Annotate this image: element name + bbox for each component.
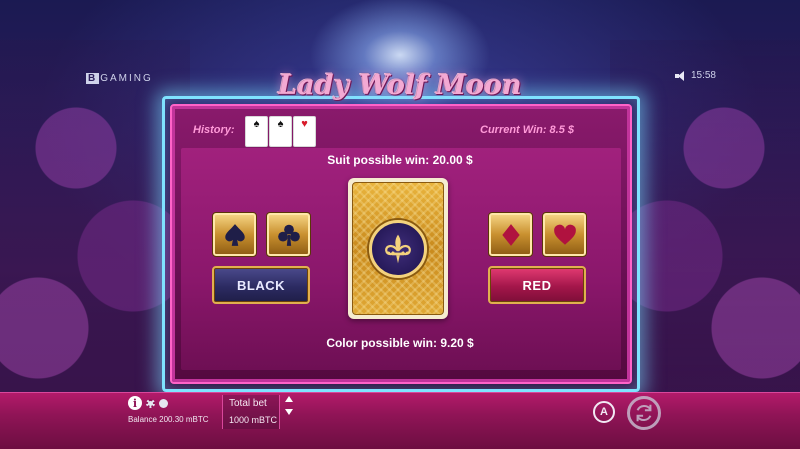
history-card: ♠	[269, 116, 292, 147]
gamble-card	[348, 178, 448, 319]
balance: Balance 200.30 mBTC	[128, 415, 209, 424]
heart-icon	[553, 224, 576, 245]
club-icon	[277, 224, 300, 246]
game-logo: Lady Wolf Moon	[278, 70, 522, 101]
gear-icon[interactable]	[146, 398, 155, 408]
autoplay-button[interactable]: A	[593, 401, 615, 423]
bet-decrease-icon[interactable]	[285, 409, 293, 415]
total-bet-label: Total bet	[229, 398, 267, 409]
refresh-icon	[636, 404, 652, 422]
bet-arrows	[285, 396, 293, 415]
black-button[interactable]: BLACK	[212, 266, 310, 304]
history-card: ♥	[293, 116, 316, 147]
diamond-icon	[501, 223, 520, 246]
bet-increase-icon[interactable]	[285, 396, 293, 402]
card-medallion	[369, 219, 427, 278]
red-button[interactable]: RED	[488, 266, 586, 304]
fleur-de-lis-icon	[385, 234, 411, 263]
heart-button[interactable]	[542, 212, 587, 257]
card-back	[352, 182, 444, 315]
history-cards: ♠ ♠ ♥	[245, 116, 316, 147]
total-bet-value: 1000 mBTC	[229, 415, 278, 425]
bottom-bar	[0, 392, 800, 449]
current-win: Current Win: 8.5 $	[480, 124, 575, 136]
suit-possible-win: Suit possible win: 20.00 $	[327, 153, 473, 167]
color-possible-win: Color possible win: 9.20 $	[326, 336, 474, 350]
club-button[interactable]	[266, 212, 311, 257]
spin-button[interactable]	[627, 396, 661, 430]
diamond-button[interactable]	[488, 212, 533, 257]
spade-icon	[224, 223, 245, 246]
info-icon[interactable]: i	[128, 396, 142, 410]
history-card: ♠	[245, 116, 268, 147]
info-controls: i	[128, 396, 168, 410]
check-icon[interactable]	[159, 398, 168, 408]
history-label: History:	[193, 124, 235, 136]
spade-button[interactable]	[212, 212, 257, 257]
